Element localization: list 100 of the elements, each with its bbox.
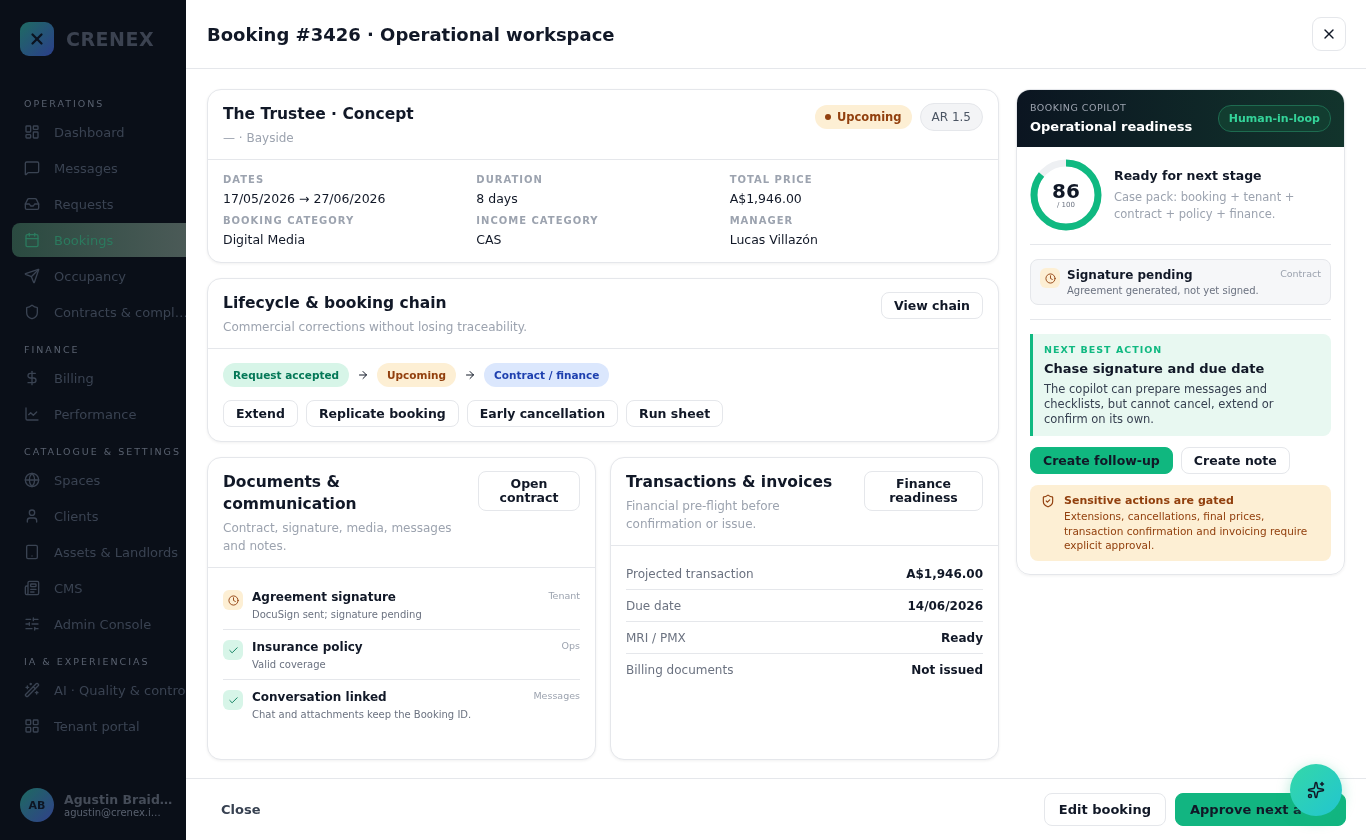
action-button[interactable]: Replicate booking bbox=[305, 400, 459, 427]
field-value: 8 days bbox=[476, 191, 519, 206]
close-link-button[interactable]: Close bbox=[207, 793, 275, 826]
row-label: Due date bbox=[626, 598, 682, 613]
user-email: agustin@crenex.i… bbox=[64, 807, 162, 818]
stage-chip: Request accepted bbox=[223, 363, 350, 387]
arrow-icon bbox=[464, 369, 477, 381]
alert-tag: Contract bbox=[1280, 268, 1321, 296]
dialog-title: Booking #3426 · Operational workspace bbox=[207, 23, 615, 45]
sidebar-item[interactable]: Admin Console bbox=[12, 607, 186, 641]
field-value: CAS bbox=[476, 232, 503, 247]
close-button[interactable] bbox=[1312, 17, 1346, 51]
section-title: OPERATIONS bbox=[24, 98, 106, 109]
sidebar-item[interactable]: Performance bbox=[12, 397, 186, 431]
logo-text: CRENEX bbox=[66, 28, 155, 50]
gate-text: Extensions, cancellations, final prices, transaction confirmation and invoicing require explicit approval. bbox=[1064, 509, 1309, 553]
chart-icon bbox=[24, 406, 40, 422]
section-title: FINANCE bbox=[24, 344, 81, 355]
arrow-icon bbox=[357, 369, 370, 381]
action-eyebrow: NEXT BEST ACTION bbox=[1044, 344, 1164, 355]
section-title: IA & EXPERIENCIAS bbox=[24, 656, 151, 667]
check-icon bbox=[223, 640, 243, 660]
row-value: Not issued bbox=[911, 663, 983, 677]
field-label: DURATION bbox=[476, 174, 544, 185]
section-title: CATALOGUE & SETTINGS bbox=[24, 446, 182, 457]
sparkles-icon bbox=[1307, 781, 1325, 799]
rating-tag: AR 1.5 bbox=[919, 103, 983, 131]
card-description: Financial pre-flight before confirmation or issue. bbox=[626, 498, 781, 533]
globe-icon bbox=[24, 472, 40, 488]
gate-title: Sensitive actions are gated bbox=[1064, 494, 1235, 507]
row-value: Ready bbox=[941, 630, 983, 645]
booking-location: — · Bayside bbox=[223, 130, 295, 147]
sidebar-item[interactable]: Occupancy bbox=[12, 259, 186, 293]
finance-readiness-button[interactable]: Finance readiness bbox=[864, 471, 983, 511]
grid-icon bbox=[24, 718, 40, 734]
sidebar-item[interactable]: Requests bbox=[12, 187, 186, 221]
booking-title: The Trustee · Concept bbox=[223, 104, 414, 125]
document-detail: DocuSign sent; signature pending bbox=[252, 609, 422, 620]
sidebar-item[interactable]: Messages bbox=[12, 151, 186, 185]
sparkles-fab[interactable] bbox=[1290, 764, 1342, 816]
sidebar-item[interactable]: Tenant portal bbox=[12, 709, 186, 743]
field-value: Digital Media bbox=[223, 232, 307, 247]
card-description: Contract, signature, media, messages and notes. bbox=[223, 520, 453, 555]
readiness-text: Case pack: booking + tenant + contract + policy + finance. bbox=[1114, 188, 1296, 223]
field-value: Lucas Villazón bbox=[729, 232, 819, 247]
document-title: Agreement signature bbox=[252, 590, 397, 604]
document-title: Conversation linked bbox=[252, 690, 388, 704]
action-button[interactable]: Extend bbox=[223, 400, 298, 427]
score-ring bbox=[1030, 159, 1102, 231]
wand-icon bbox=[24, 682, 40, 698]
clock-icon bbox=[223, 590, 243, 610]
document-tag: Ops bbox=[561, 640, 580, 670]
shield-check-icon bbox=[1041, 494, 1055, 508]
sidebar-item[interactable]: Contracts & compl… bbox=[12, 295, 186, 329]
readiness-heading: Ready for next stage bbox=[1114, 167, 1263, 183]
sidebar-item[interactable]: Clients bbox=[12, 499, 186, 533]
alert-title: Signature pending bbox=[1067, 268, 1194, 282]
card-title: Transactions & invoices bbox=[626, 472, 834, 493]
note-button[interactable]: Create note bbox=[1180, 447, 1290, 474]
action-text: The copilot can prepare messages and checklists, but cannot cancel, extend or confirm on its own. bbox=[1044, 382, 1275, 427]
sidebar-item[interactable]: Dashboard bbox=[12, 115, 186, 149]
mode-badge: Human-in-loop bbox=[1217, 104, 1331, 132]
field-label: DATES bbox=[223, 174, 266, 185]
user-avatar[interactable]: AB bbox=[20, 788, 54, 822]
dollar-icon bbox=[24, 370, 40, 386]
edit-button[interactable]: Edit booking bbox=[1043, 793, 1166, 826]
action-button[interactable]: Run sheet bbox=[626, 400, 724, 427]
sidebar-item[interactable]: CMS bbox=[12, 571, 186, 605]
action-button[interactable]: Early cancellation bbox=[466, 400, 619, 427]
user-icon bbox=[24, 508, 40, 524]
tablet-icon bbox=[24, 544, 40, 560]
user-name: Agustin Braid… bbox=[64, 792, 173, 807]
sidebar-item[interactable]: Billing bbox=[12, 361, 186, 395]
status-badge: Upcoming bbox=[814, 105, 912, 129]
field-value: A$1,946.00 bbox=[729, 191, 803, 206]
field-label: TOTAL PRICE bbox=[729, 174, 814, 185]
action-title: Chase signature and due date bbox=[1044, 361, 1266, 376]
card-description: Commercial corrections without losing traceability. bbox=[223, 319, 528, 336]
document-tag: Messages bbox=[533, 690, 580, 720]
inbox-icon bbox=[24, 196, 40, 212]
follow-up-button[interactable]: Create follow-up bbox=[1030, 447, 1173, 474]
sidebar-item[interactable]: Assets & Landlords bbox=[12, 535, 186, 569]
view-chain-button[interactable]: View chain bbox=[880, 292, 983, 319]
sidebar-item[interactable]: Spaces bbox=[12, 463, 186, 497]
message-icon bbox=[24, 160, 40, 176]
row-value: 14/06/2026 bbox=[907, 598, 983, 613]
document-detail: Valid coverage bbox=[252, 659, 327, 670]
newspaper-icon bbox=[24, 580, 40, 596]
clock-icon bbox=[1040, 268, 1060, 288]
calendar-icon bbox=[24, 232, 40, 248]
field-label: INCOME CATEGORY bbox=[476, 215, 600, 226]
sidebar-item[interactable]: AI · Quality & contro bbox=[12, 673, 186, 707]
open-contract-button[interactable]: Open contract bbox=[478, 471, 580, 511]
shield-icon bbox=[24, 304, 40, 320]
row-label: Billing documents bbox=[626, 663, 734, 677]
stage-chip: Contract / finance bbox=[484, 363, 610, 387]
document-title: Insurance policy bbox=[252, 640, 363, 654]
row-label: MRI / PMX bbox=[626, 630, 686, 645]
check-icon bbox=[223, 690, 243, 710]
field-value: 17/05/2026 → 27/06/2026 bbox=[223, 191, 387, 206]
